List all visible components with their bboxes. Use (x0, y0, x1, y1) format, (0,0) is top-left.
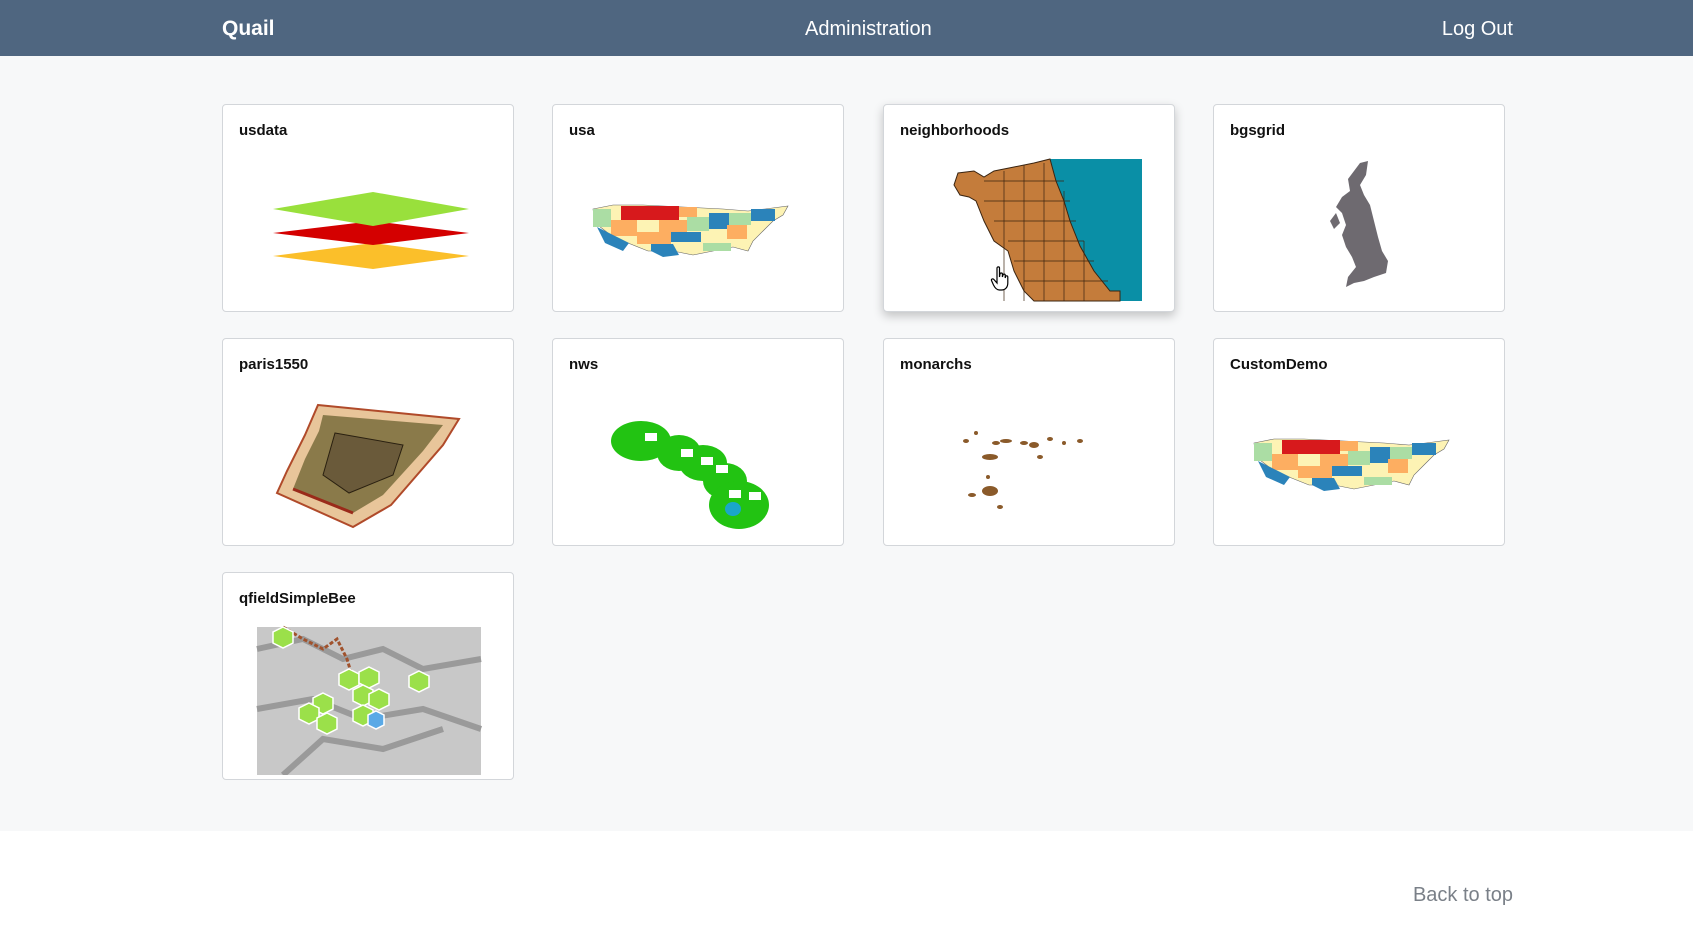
brand-link[interactable]: Quail (222, 17, 275, 41)
top-navbar: Quail Administration Log Out (0, 0, 1693, 56)
terrain-hexbin-map (256, 625, 482, 775)
chicago-neighborhoods-map (953, 158, 1142, 302)
usa-map (1253, 438, 1450, 491)
project-title: usdata (239, 122, 288, 139)
project-card-usa[interactable]: usa (552, 104, 844, 312)
project-title: nws (569, 356, 599, 373)
project-title: monarchs (900, 356, 972, 373)
great-britain-map (1330, 161, 1388, 287)
project-card-qfieldsimplebee[interactable]: qfieldSimpleBee (222, 572, 514, 780)
project-grid: usdata usa neighborhoods bgsgrid paris15… (0, 56, 1693, 831)
hawaii-islands-map (611, 421, 769, 529)
scattered-islands-map (963, 431, 1083, 509)
project-title: usa (569, 122, 595, 139)
project-card-usdata[interactable]: usdata (222, 104, 514, 312)
paris-1550-map (275, 403, 461, 529)
project-card-monarchs[interactable]: monarchs (883, 338, 1175, 546)
usa-map (592, 204, 789, 257)
project-card-neighborhoods[interactable]: neighborhoods (883, 104, 1175, 312)
project-card-customdemo[interactable]: CustomDemo (1213, 338, 1505, 546)
administration-link[interactable]: Administration (805, 18, 932, 41)
back-to-top-link[interactable]: Back to top (1413, 884, 1513, 907)
hand-cursor-icon (990, 266, 1009, 291)
project-card-paris1550[interactable]: paris1550 (222, 338, 514, 546)
logout-link[interactable]: Log Out (1442, 18, 1513, 41)
project-title: neighborhoods (900, 122, 1010, 139)
project-card-bgsgrid[interactable]: bgsgrid (1213, 104, 1505, 312)
project-title: CustomDemo (1230, 356, 1328, 373)
project-title: bgsgrid (1230, 122, 1285, 139)
project-card-nws[interactable]: nws (552, 338, 844, 546)
project-title: paris1550 (239, 356, 309, 373)
project-title: qfieldSimpleBee (239, 590, 356, 607)
stacked-layers-icon (273, 192, 469, 269)
